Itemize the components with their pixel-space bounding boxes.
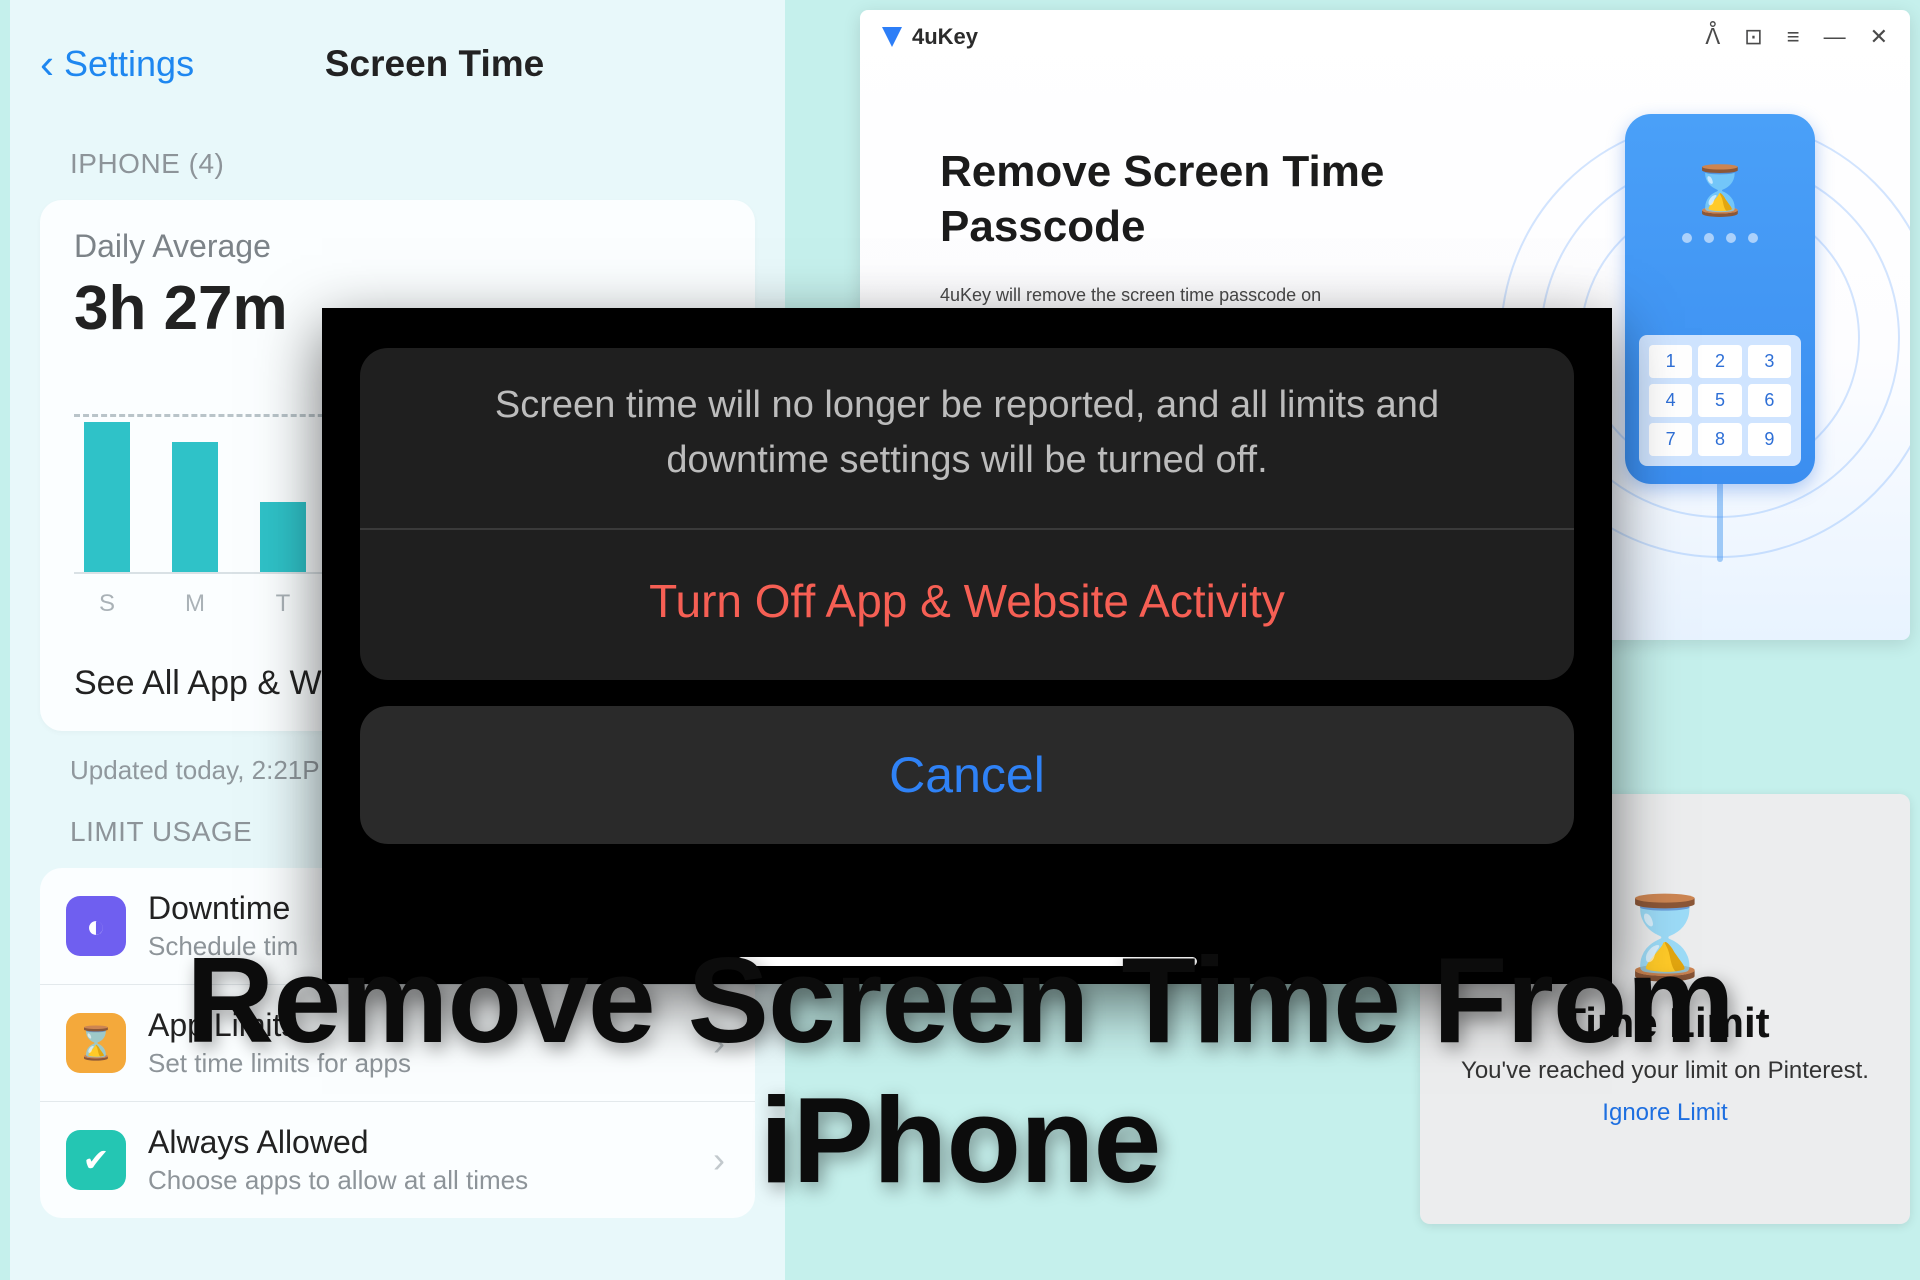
key: 9 xyxy=(1748,423,1791,456)
bar-col: T xyxy=(260,502,306,572)
bar-label: S xyxy=(99,590,115,618)
bar xyxy=(260,502,306,572)
key: 7 xyxy=(1649,423,1692,456)
bar xyxy=(172,442,218,572)
keypad: 1 2 3 4 5 6 7 8 9 xyxy=(1639,335,1801,466)
window-controls: ᐰ ⊡ ≡ — ✕ xyxy=(1705,24,1888,50)
daily-average-label: Daily Average xyxy=(74,228,721,265)
key: 1 xyxy=(1649,345,1692,378)
image-caption: Remove Screen Time From iPhone xyxy=(0,930,1920,1210)
app-brand: 4uKey xyxy=(882,24,978,50)
turn-off-activity-sheet: Screen time will no longer be reported, … xyxy=(322,308,1612,984)
hourglass-icon: ⌛ xyxy=(1625,162,1815,219)
sheet-message: Screen time will no longer be reported, … xyxy=(360,348,1574,528)
phone-body: ⌛ 1 2 3 4 5 6 7 8 9 xyxy=(1625,114,1815,484)
key: 6 xyxy=(1748,384,1791,417)
menu-icon[interactable]: ≡ xyxy=(1787,24,1800,50)
bar-label: M xyxy=(185,590,205,618)
row-title: Downtime xyxy=(148,890,298,927)
app-name: 4uKey xyxy=(912,24,978,50)
key: 5 xyxy=(1698,384,1741,417)
close-button[interactable]: ✕ xyxy=(1870,24,1888,50)
feedback-icon[interactable]: ⊡ xyxy=(1744,24,1762,50)
sheet-subtext xyxy=(360,668,1574,680)
back-chevron-icon[interactable]: ‹ xyxy=(40,40,54,88)
ukey-heading: Remove Screen Time Passcode xyxy=(940,144,1420,254)
bar-col: S xyxy=(84,422,130,572)
passcode-dots xyxy=(1625,233,1815,243)
key: 2 xyxy=(1698,345,1741,378)
action-sheet: Screen time will no longer be reported, … xyxy=(360,348,1574,680)
device-section-header: IPHONE (4) xyxy=(70,148,755,180)
account-icon[interactable]: ᐰ xyxy=(1705,24,1720,50)
bar-label: T xyxy=(276,590,291,618)
nav-bar: ‹ Settings Screen Time xyxy=(40,20,755,118)
cancel-button[interactable]: Cancel xyxy=(360,706,1574,844)
turn-off-activity-button[interactable]: Turn Off App & Website Activity xyxy=(360,530,1574,678)
key: 8 xyxy=(1698,423,1741,456)
window-titlebar: 4uKey ᐰ ⊡ ≡ — ✕ xyxy=(860,10,1910,64)
4ukey-logo-icon xyxy=(882,27,902,47)
key: 4 xyxy=(1649,384,1692,417)
minimize-button[interactable]: — xyxy=(1824,24,1846,50)
key: 3 xyxy=(1748,345,1791,378)
page-title: Screen Time xyxy=(114,43,755,85)
bar-col: M xyxy=(172,442,218,572)
phone-illustration: ⌛ 1 2 3 4 5 6 7 8 9 xyxy=(1590,114,1850,562)
bar xyxy=(84,422,130,572)
